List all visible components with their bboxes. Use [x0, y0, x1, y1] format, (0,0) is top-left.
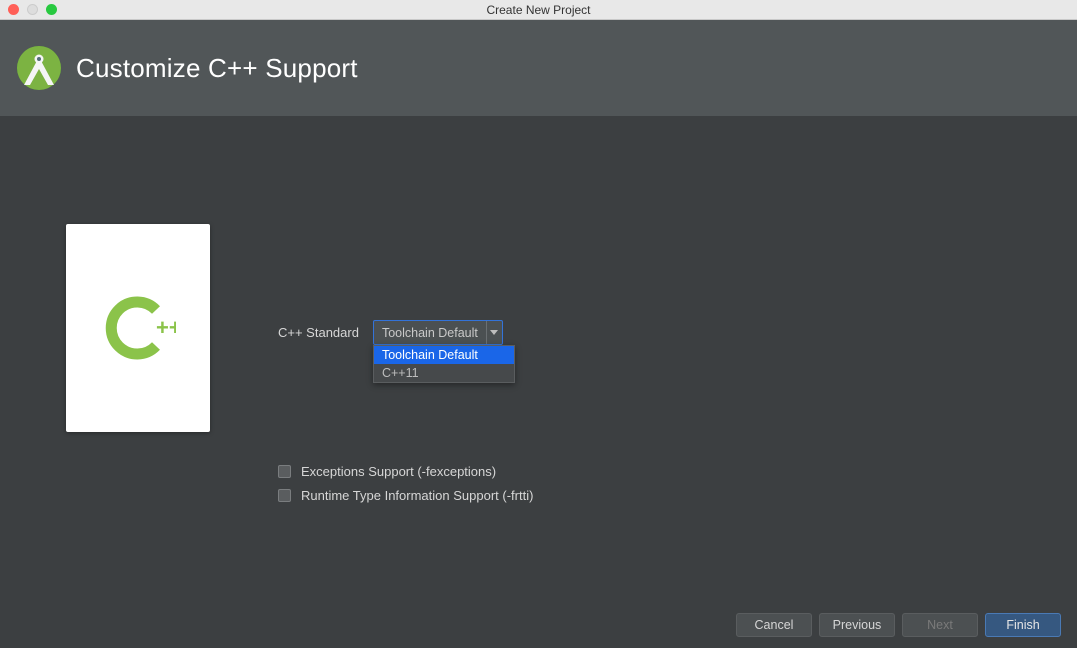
wizard-header: Customize C++ Support — [0, 20, 1077, 116]
rtti-checkbox[interactable] — [278, 489, 291, 502]
wizard-button-bar: Cancel Previous Next Finish — [0, 602, 1077, 648]
exceptions-label: Exceptions Support (-fexceptions) — [301, 464, 496, 479]
standard-select[interactable]: Toolchain Default — [373, 320, 503, 345]
rtti-row[interactable]: Runtime Type Information Support (-frtti… — [278, 488, 533, 503]
titlebar: Create New Project — [0, 0, 1077, 20]
cpp-plus-text: ++ — [156, 315, 176, 340]
chevron-down-icon — [486, 321, 502, 344]
dropdown-option-toolchain-default[interactable]: Toolchain Default — [374, 346, 514, 364]
next-button: Next — [902, 613, 978, 637]
cancel-button[interactable]: Cancel — [736, 613, 812, 637]
dropdown-option-cpp11[interactable]: C++11 — [374, 364, 514, 382]
wizard-content: ++ C++ Standard Toolchain Default Toolch… — [0, 116, 1077, 602]
zoom-window-button[interactable] — [46, 4, 57, 15]
minimize-window-button[interactable] — [27, 4, 38, 15]
standard-combo: Toolchain Default Toolchain Default C++1… — [373, 320, 503, 345]
android-studio-logo-icon — [14, 43, 64, 93]
standard-row: C++ Standard Toolchain Default Toolchain… — [278, 320, 503, 345]
checkbox-group: Exceptions Support (-fexceptions) Runtim… — [278, 464, 533, 503]
cpp-illustration: ++ — [66, 224, 210, 432]
standard-select-value: Toolchain Default — [374, 326, 486, 340]
standard-dropdown: Toolchain Default C++11 — [373, 345, 515, 383]
window-title: Create New Project — [0, 3, 1077, 17]
previous-button[interactable]: Previous — [819, 613, 895, 637]
close-window-button[interactable] — [8, 4, 19, 15]
exceptions-checkbox[interactable] — [278, 465, 291, 478]
page-title: Customize C++ Support — [76, 53, 358, 84]
standard-label: C++ Standard — [278, 325, 359, 340]
window-controls — [0, 4, 57, 15]
rtti-label: Runtime Type Information Support (-frtti… — [301, 488, 533, 503]
finish-button[interactable]: Finish — [985, 613, 1061, 637]
cpp-icon: ++ — [100, 290, 176, 366]
exceptions-row[interactable]: Exceptions Support (-fexceptions) — [278, 464, 533, 479]
